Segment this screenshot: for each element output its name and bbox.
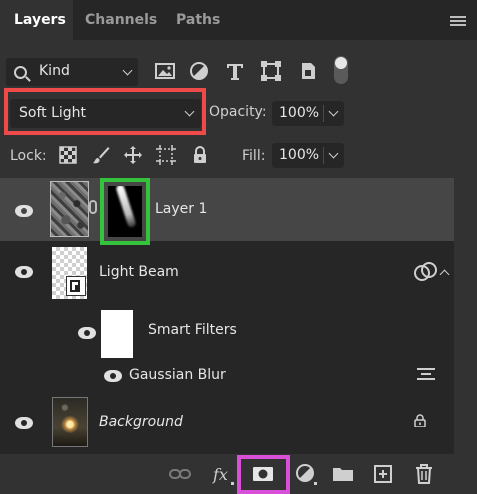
- fill-input[interactable]: 100%: [272, 143, 344, 168]
- fx-icon[interactable]: fx: [211, 462, 235, 486]
- tab-bar: Layers Channels Paths: [0, 0, 477, 40]
- tab-paths[interactable]: Paths: [176, 0, 220, 40]
- folder-icon[interactable]: [331, 462, 355, 486]
- add-mask-highlight: [237, 455, 290, 494]
- trash-icon[interactable]: [412, 462, 436, 486]
- chevron-down-icon[interactable]: [328, 106, 339, 117]
- fill-label: Fill:: [242, 148, 266, 164]
- lock-artboard-icon[interactable]: [156, 145, 176, 165]
- chevron-down-icon: [122, 65, 133, 76]
- image-filter-icon[interactable]: [154, 60, 176, 82]
- tab-layers[interactable]: Layers: [0, 0, 73, 40]
- visibility-eye-icon[interactable]: [78, 327, 96, 339]
- visibility-eye-icon[interactable]: [15, 205, 33, 217]
- opacity-value: 100%: [279, 105, 320, 121]
- kind-filter-select[interactable]: Kind: [6, 58, 138, 86]
- smart-filter-indicator-icon: [414, 262, 437, 281]
- layer-name-light-beam[interactable]: Light Beam: [99, 264, 179, 280]
- layers-panel: Layers Channels Paths Kind Soft Light Op…: [0, 0, 477, 494]
- lock-paint-icon[interactable]: [91, 145, 111, 165]
- smart-object-filter-icon[interactable]: [297, 60, 319, 82]
- layer-1-thumbnail[interactable]: [50, 181, 89, 237]
- lock-transparent-icon[interactable]: [58, 145, 78, 165]
- visibility-eye-icon[interactable]: [15, 266, 33, 278]
- tab-channels[interactable]: Channels: [85, 0, 157, 40]
- type-filter-icon[interactable]: [224, 60, 246, 82]
- kind-filter-label: Kind: [39, 63, 70, 79]
- lock-label: Lock:: [10, 148, 47, 164]
- filter-blending-options-icon[interactable]: [415, 366, 437, 382]
- smart-object-badge-icon: [66, 276, 86, 296]
- opacity-input[interactable]: 100%: [272, 101, 344, 126]
- search-icon: [14, 66, 27, 79]
- new-layer-icon[interactable]: [371, 462, 395, 486]
- shape-filter-icon[interactable]: [260, 60, 282, 82]
- layer-name-background[interactable]: Background: [99, 414, 183, 430]
- layer-mask-highlight: [100, 178, 150, 245]
- svg-text:fx: fx: [212, 465, 228, 484]
- link-icon[interactable]: [168, 462, 192, 486]
- fill-value: 100%: [279, 147, 320, 163]
- mask-link-icon[interactable]: [89, 200, 97, 214]
- scrollbar[interactable]: [454, 178, 477, 454]
- opacity-label: Opacity:: [209, 104, 267, 120]
- visibility-eye-icon[interactable]: [104, 370, 122, 382]
- adjustment-layer-icon[interactable]: [294, 462, 318, 486]
- filter-name-gaussian-blur[interactable]: Gaussian Blur: [129, 367, 226, 383]
- lock-all-icon[interactable]: [190, 145, 210, 165]
- lock-icon: [414, 414, 426, 427]
- smart-filters-label[interactable]: Smart Filters: [148, 322, 237, 338]
- layer-name-layer-1[interactable]: Layer 1: [155, 201, 207, 217]
- background-thumbnail[interactable]: [52, 397, 88, 447]
- adjustment-filter-icon[interactable]: [188, 60, 210, 82]
- visibility-eye-icon[interactable]: [15, 417, 33, 429]
- chevron-down-icon[interactable]: [328, 148, 339, 159]
- blend-mode-highlight: [4, 88, 206, 135]
- smart-filter-mask-thumbnail[interactable]: [101, 310, 133, 358]
- lock-position-icon[interactable]: [123, 145, 143, 165]
- panel-menu-icon[interactable]: [450, 16, 466, 28]
- filter-toggle[interactable]: [334, 56, 348, 84]
